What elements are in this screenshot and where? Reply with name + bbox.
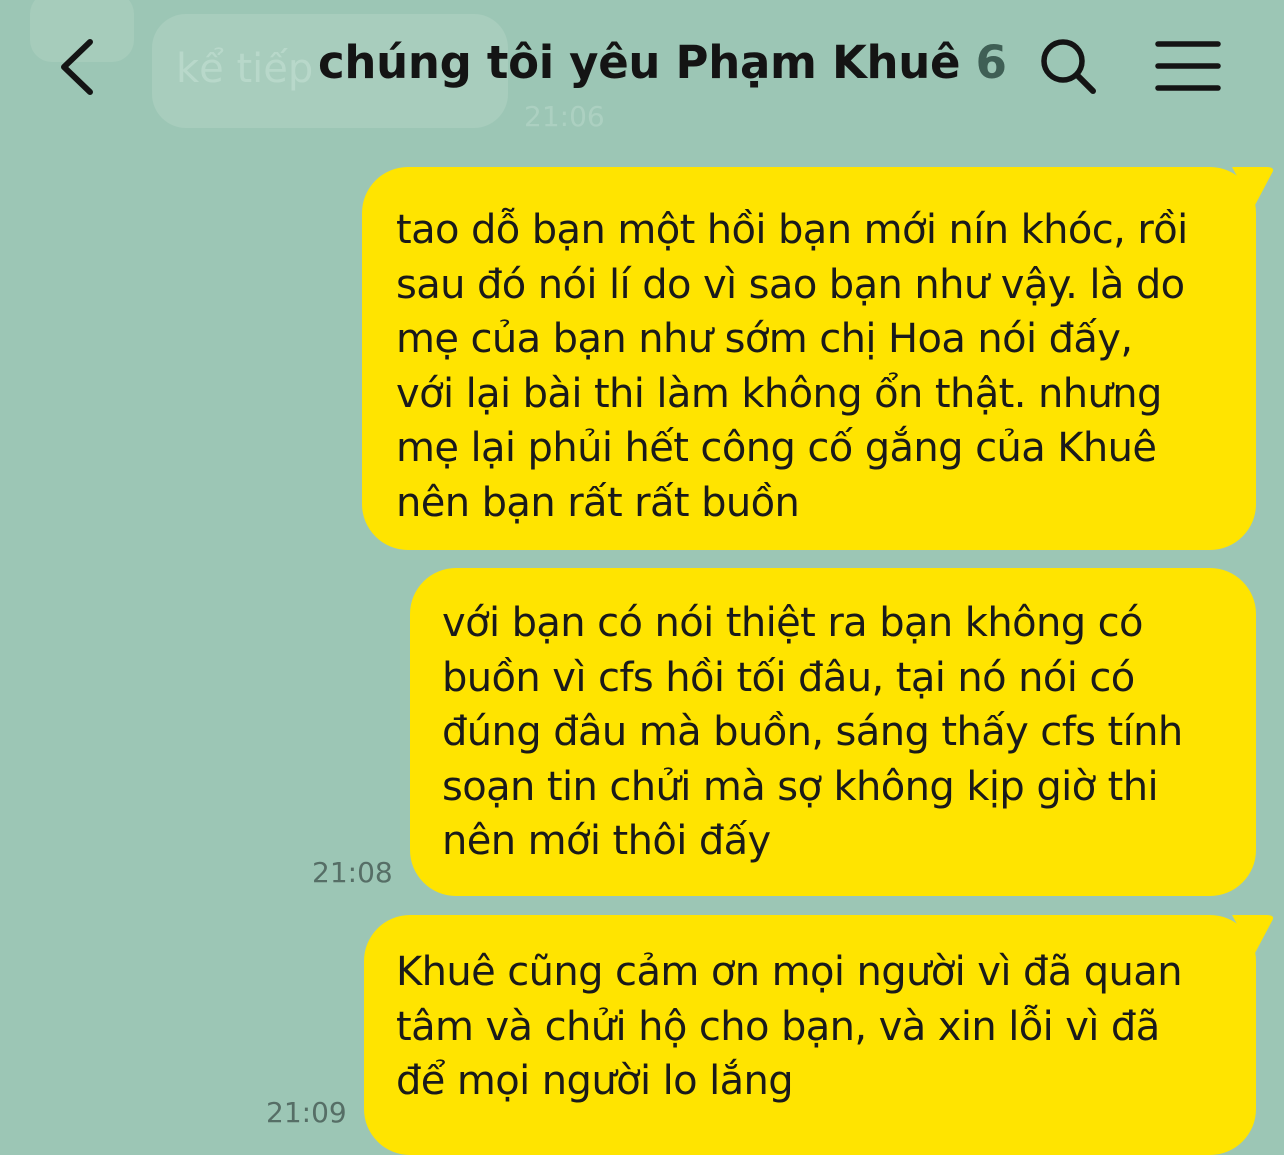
menu-button[interactable] — [1154, 38, 1222, 94]
search-button[interactable] — [1036, 34, 1100, 98]
message-line: với bạn có nói thiệt ra bạn không có — [442, 600, 1143, 646]
message-line: buồn vì cfs hồi tối đâu, tại nó nói có — [442, 654, 1135, 701]
message-line: tao dỗ bạn một hồi bạn mới nín khóc, rồi — [396, 207, 1188, 253]
message-time: 21:08 — [312, 856, 393, 889]
message-bubble[interactable]: tao dỗ bạn một hồi bạn mới nín khóc, rồi… — [362, 167, 1256, 550]
message-line: Khuê cũng cảm ơn mọi người vì đã quan — [396, 949, 1183, 995]
chat-title-text: chúng tôi yêu Phạm Khuê — [318, 36, 961, 89]
bubble-tail — [1232, 167, 1274, 207]
message-line: nên mới thôi đấy — [442, 818, 771, 864]
hamburger-menu-icon — [1155, 41, 1221, 91]
chat-title: chúng tôi yêu Phạm Khuê 6 — [318, 36, 1007, 89]
previous-message-text: kể tiếp — [176, 46, 314, 92]
member-count: 6 — [975, 36, 1007, 89]
message-time: 21:09 — [266, 1096, 347, 1129]
message-bubble[interactable]: với bạn có nói thiệt ra bạn không có buồ… — [410, 568, 1256, 896]
message-bubble[interactable]: Khuê cũng cảm ơn mọi người vì đã quan tâ… — [364, 915, 1256, 1155]
message-line: đúng đâu mà buồn, sáng thấy cfs tính — [442, 709, 1183, 755]
chevron-left-icon — [61, 39, 93, 95]
message-line: nên bạn rất rất buồn — [396, 479, 800, 526]
message-line: với lại bài thi làm không ổn thật. nhưng — [396, 370, 1162, 417]
bubble-tail — [1232, 915, 1274, 955]
message-line: sau đó nói lí do vì sao bạn như vậy. là … — [396, 261, 1185, 308]
message-line: tâm và chửi hộ cho bạn, và xin lỗi vì đã — [396, 1003, 1160, 1050]
search-icon — [1041, 39, 1096, 94]
back-button[interactable] — [52, 34, 112, 100]
message-line: mẹ lại phủi hết công cố gắng của Khuê — [396, 425, 1157, 471]
message-line: để mọi người lo lắng — [396, 1058, 794, 1104]
message-line: mẹ của bạn như sớm chị Hoa nói đấy, — [396, 316, 1133, 362]
previous-message-time: 21:06 — [524, 100, 605, 133]
message-line: soạn tin chửi mà sợ không kịp giờ thi — [442, 763, 1159, 810]
